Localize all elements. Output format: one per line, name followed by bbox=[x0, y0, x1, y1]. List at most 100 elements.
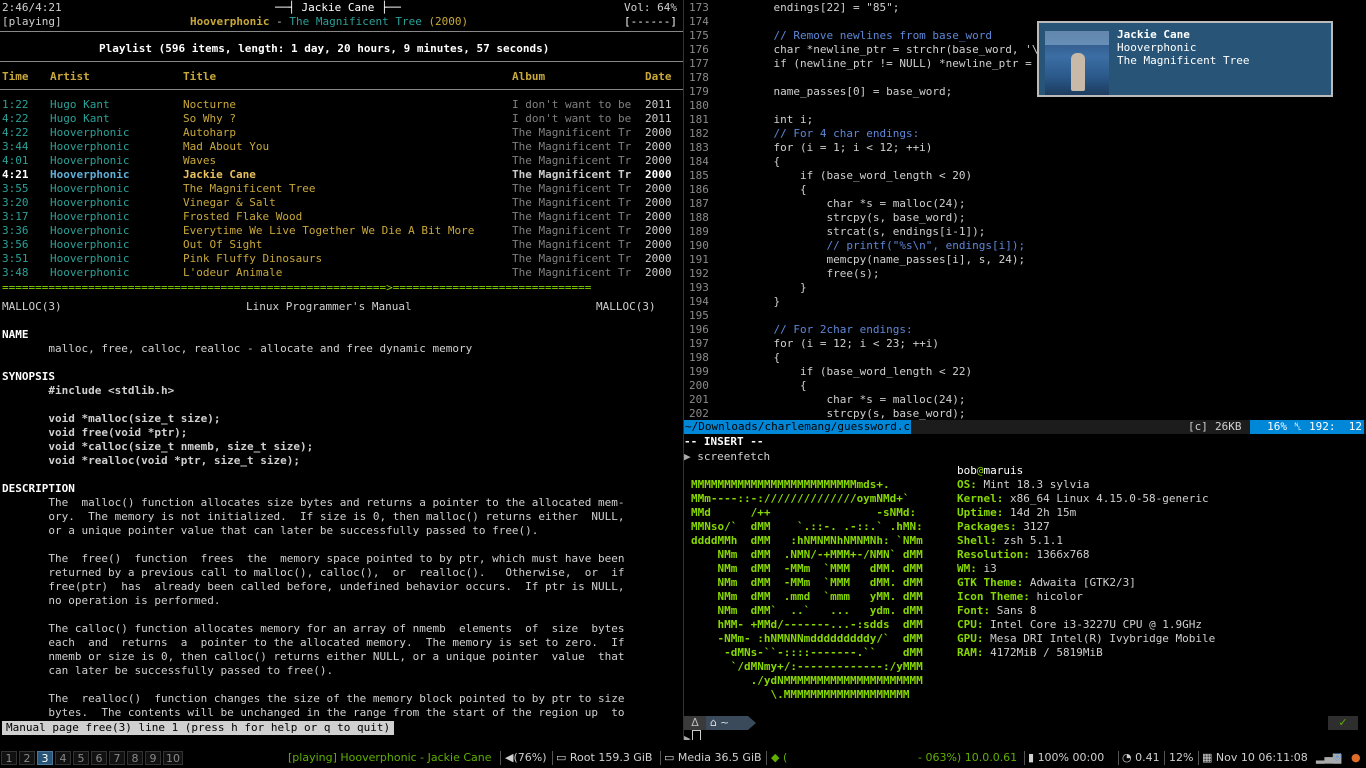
col-album[interactable]: Album bbox=[512, 70, 545, 84]
workspace-button[interactable]: 3 bbox=[37, 751, 53, 765]
info-key: WM: bbox=[957, 562, 977, 575]
bar-cpu: 12% bbox=[1169, 751, 1194, 764]
playlist-row[interactable]: 3:44 Hooverphonic Mad About You The Magnifi… bbox=[0, 140, 683, 154]
playlist-time: 3:55 bbox=[2, 182, 29, 195]
info-row: RAM: 4172MiB / 5819MiB bbox=[957, 646, 1103, 660]
playlist-time: 4:21 bbox=[2, 168, 29, 181]
elapsed-time: 2:46/4:21 bbox=[2, 1, 62, 14]
playlist-album: The Magnificent Tr bbox=[512, 140, 632, 153]
col-time[interactable]: Time bbox=[2, 70, 29, 84]
playlist-artist: Hooverphonic bbox=[50, 182, 130, 195]
man-line: The realloc() function changes the size … bbox=[2, 692, 625, 705]
playlist-album: The Magnificent Tr bbox=[512, 238, 632, 251]
user-host: bob@maruis bbox=[957, 464, 1024, 477]
notification-album: The Magnificent Tree bbox=[1117, 54, 1250, 67]
logo-line: NMm dMM .NMN/-+MMM+-/NMN` dMM bbox=[691, 548, 923, 561]
col-artist[interactable]: Artist bbox=[50, 70, 90, 84]
now-playing-year: (2000) bbox=[428, 15, 469, 28]
workspace-button[interactable]: 9 bbox=[145, 751, 161, 765]
playlist-title: Nocturne bbox=[183, 98, 236, 111]
code-text: { bbox=[747, 379, 807, 392]
workspace-button[interactable]: 4 bbox=[55, 751, 71, 765]
bar-root-value: Root 159.3 GiB bbox=[569, 751, 653, 764]
prompt-segments: Δ ⌂ ~ bbox=[684, 716, 756, 730]
music-notification[interactable]: Jackie Cane Hooverphonic The Magnificent… bbox=[1037, 21, 1333, 97]
info-row: Font: Sans 8 bbox=[957, 604, 1037, 618]
info-value: 14d 2h 15m bbox=[1009, 506, 1077, 519]
code-text: for (i = 12; i < 23; ++i) bbox=[747, 337, 940, 350]
man-line: malloc, free, calloc, realloc - allocate… bbox=[2, 342, 473, 355]
workspace-button[interactable]: 5 bbox=[73, 751, 89, 765]
playlist-row[interactable]: 4:22 Hooverphonic Autoharp The Magnificent … bbox=[0, 126, 683, 140]
editor-line: 194 } bbox=[684, 295, 1366, 309]
playlist-title: Waves bbox=[183, 154, 217, 167]
playlist-row[interactable]: 3:36 Hooverphonic Everytime We Live Togeth… bbox=[0, 224, 683, 238]
info-value: Intel Core i3-3227U CPU @ 1.9GHz bbox=[990, 618, 1203, 631]
terminal-input-line[interactable]: ▶ bbox=[684, 730, 701, 740]
logo-line: NMm dMM` ..` ... ydm. dMM bbox=[691, 604, 923, 617]
man-header-right: MALLOC(3) bbox=[596, 300, 656, 313]
code-text: // printf("%s\n", endings[i]); bbox=[747, 239, 1026, 252]
line-number: 200 bbox=[689, 379, 709, 392]
playlist-date: 2000 bbox=[645, 266, 672, 279]
bar-volume[interactable]: ◀(76%) bbox=[505, 751, 547, 765]
hostname: maruis bbox=[983, 464, 1024, 477]
bar-sep bbox=[1024, 751, 1025, 765]
workspace-button[interactable]: 6 bbox=[91, 751, 107, 765]
man-line: no operation is performed. bbox=[2, 594, 221, 607]
playlist-row[interactable]: 1:22 Hugo Kant Nocturne I don't want to be 2… bbox=[0, 98, 683, 112]
man-line: each and returns a pointer to the alloca… bbox=[2, 636, 625, 649]
code-text: if (newline_ptr != NULL) *newline_ptr = … bbox=[747, 57, 1046, 70]
playlist-row[interactable]: 3:55 Hooverphonic The Magnificent Tree The … bbox=[0, 182, 683, 196]
workspace-button[interactable]: 7 bbox=[109, 751, 125, 765]
tray-shield-icon[interactable]: ⛨ bbox=[1333, 751, 1341, 765]
code-text: strcat(s, endings[i-1]); bbox=[747, 225, 986, 238]
line-number: 201 bbox=[689, 393, 709, 406]
info-key: Packages: bbox=[957, 520, 1017, 533]
logo-line: hMM- +MMd/-------...-:sdds dMM bbox=[691, 618, 923, 631]
username: bob bbox=[957, 464, 977, 477]
code-text: if (base_word_length < 22) bbox=[747, 365, 973, 378]
bar-now-playing[interactable]: [playing] Hooverphonic - Jackie Cane bbox=[288, 751, 492, 765]
workspace-button[interactable]: 8 bbox=[127, 751, 143, 765]
vim-filetype: [c] bbox=[1188, 420, 1208, 433]
playlist-row[interactable]: 3:48 Hooverphonic L'odeur Animale The Magni… bbox=[0, 266, 683, 280]
info-key: Shell: bbox=[957, 534, 997, 547]
info-row: GPU: Mesa DRI Intel(R) Ivybridge Mobile bbox=[957, 632, 1215, 646]
playlist-row[interactable]: 4:22 Hugo Kant So Why ? I don't want to be 2… bbox=[0, 112, 683, 126]
code-text: // Remove newlines from base_word bbox=[747, 29, 993, 42]
playlist-album: The Magnificent Tr bbox=[512, 266, 632, 279]
workspace-button[interactable]: 10 bbox=[163, 751, 183, 765]
workspace-button[interactable]: 1 bbox=[1, 751, 17, 765]
line-number: 196 bbox=[689, 323, 709, 336]
vim-filename[interactable]: ~/Downloads/charlemang/guessword.c bbox=[684, 420, 912, 434]
volume-display[interactable]: Vol: 64% bbox=[624, 1, 677, 15]
info-value: i3 bbox=[983, 562, 997, 575]
playlist-row[interactable]: 3:17 Hooverphonic Frosted Flake Wood The Ma… bbox=[0, 210, 683, 224]
playlist-row[interactable]: 3:51 Hooverphonic Pink Fluffy Dinosaurs The… bbox=[0, 252, 683, 266]
load-icon: ◔ bbox=[1122, 751, 1132, 764]
playlist-title: Jackie Cane bbox=[183, 168, 256, 181]
workspace-button[interactable]: 2 bbox=[19, 751, 35, 765]
playlist-row[interactable]: 3:56 Hooverphonic Out Of Sight The Magnific… bbox=[0, 238, 683, 252]
editor-line: 196 // For 2char endings: bbox=[684, 323, 1366, 337]
playlist-row[interactable]: 4:01 Hooverphonic Waves The Magnificent Tr 2… bbox=[0, 154, 683, 168]
prompt-arrow-shape bbox=[748, 716, 756, 730]
playlist-date: 2000 bbox=[645, 210, 672, 223]
code-text: memcpy(name_passes[i], s, 24); bbox=[747, 253, 1026, 266]
col-date[interactable]: Date bbox=[645, 70, 672, 84]
bar-datetime[interactable]: ▦ Nov 10 06:11:08 bbox=[1202, 751, 1308, 765]
code-text: int i; bbox=[747, 113, 814, 126]
now-playing-album: The Magnificent Tree bbox=[289, 15, 422, 28]
playlist-row[interactable]: 3:20 Hooverphonic Vinegar & Salt The Magnif… bbox=[0, 196, 683, 210]
line-number: 192 bbox=[689, 267, 709, 280]
playlist-time: 3:36 bbox=[2, 224, 29, 237]
tray-update-icon[interactable]: ● bbox=[1351, 751, 1361, 765]
info-key: GTK Theme: bbox=[957, 576, 1024, 589]
playlist-row[interactable]: 4:21 Hooverphonic Jackie Cane The Magnifice… bbox=[0, 168, 683, 182]
col-title[interactable]: Title bbox=[183, 70, 216, 84]
playlist-header-divider bbox=[0, 61, 683, 62]
editor-line: 193 } bbox=[684, 281, 1366, 295]
player-status: [playing] bbox=[2, 15, 62, 28]
progress-bar[interactable]: ========================================… bbox=[2, 281, 591, 295]
